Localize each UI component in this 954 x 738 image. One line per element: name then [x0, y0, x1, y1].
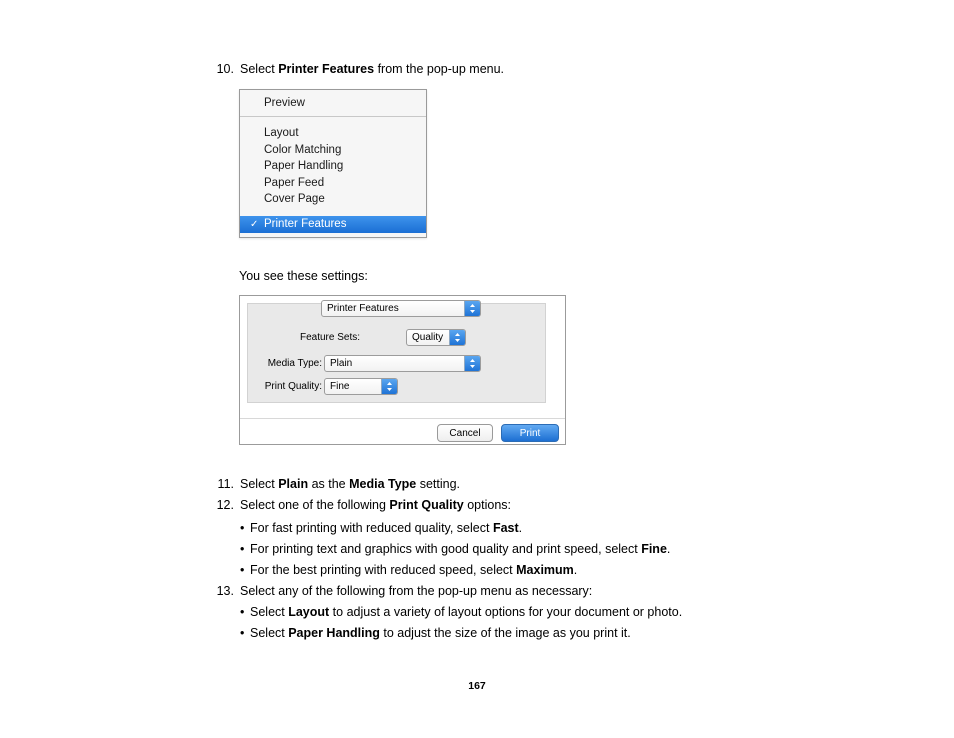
bullet-fine: • For printing text and graphics with goo… [240, 541, 670, 558]
bullet-fine-text-before: For printing text and graphics with good… [250, 542, 642, 556]
step-13-number: 13. [216, 584, 234, 598]
print-quality-value: Fine [330, 381, 350, 392]
checkmark-icon: ✓ [250, 218, 259, 230]
step-12-text-after: options: [463, 498, 511, 512]
menu-item-preview[interactable]: Preview [240, 90, 426, 117]
bullet-dot: • [240, 521, 245, 535]
menu-item-cover-page[interactable]: Cover Page [240, 191, 426, 208]
bullet-paper-handling-bold: Paper Handling [288, 626, 380, 640]
cancel-button[interactable]: Cancel [437, 424, 493, 442]
chevron-updown-icon[interactable] [464, 301, 480, 316]
menu-item-color-matching[interactable]: Color Matching [240, 142, 426, 159]
menu-spacer-bottom [240, 233, 426, 237]
page-number: 167 [468, 680, 486, 692]
bullet-layout-text-after: to adjust a variety of layout options fo… [329, 605, 683, 619]
feature-sets-popup[interactable]: Quality [406, 329, 466, 346]
step-12-text-before: Select one of the following [240, 498, 390, 512]
chevron-updown-icon[interactable] [381, 379, 397, 394]
media-type-popup[interactable]: Plain [324, 355, 481, 372]
step-11: 11. Select Plain as the Media Type settin… [212, 476, 460, 493]
print-quality-popup[interactable]: Fine [324, 378, 398, 395]
media-type-value: Plain [330, 358, 353, 369]
bullet-fine-text-after: . [666, 542, 671, 556]
feature-sets-label: Feature Sets: [299, 332, 360, 343]
bullet-fast-bold: Fast [492, 521, 519, 535]
step-10-text-before: Select [240, 62, 279, 76]
bullet-layout-bold: Layout [288, 605, 330, 619]
print-quality-label: Print Quality: [264, 381, 322, 392]
print-button[interactable]: Print [501, 424, 559, 442]
bullet-dot: • [240, 563, 245, 577]
step-13-text: Select any of the following from the pop… [240, 584, 593, 598]
bullet-fine-bold: Fine [641, 542, 667, 556]
step-11-text-before: Select [240, 477, 279, 491]
feature-sets-value: Quality [412, 332, 444, 343]
bullet-dot: • [240, 626, 245, 640]
bullet-maximum-text-before: For the best printing with reduced speed… [250, 563, 517, 577]
step-11-number: 11. [217, 477, 234, 491]
step-10: 10. Select Printer Features from the pop-… [212, 61, 504, 78]
step-11-bold-plain: Plain [278, 477, 309, 491]
menu-item-printer-features-label: Printer Features [264, 217, 347, 230]
step-11-text-after: setting. [416, 477, 461, 491]
pane-select-value: Printer Features [327, 303, 399, 314]
menu-item-paper-handling[interactable]: Paper Handling [240, 158, 426, 175]
menu-item-printer-features[interactable]: ✓ Printer Features [240, 215, 426, 233]
bullet-fast-text-before: For fast printing with reduced quality, … [250, 521, 493, 535]
bullet-paper-handling: • Select Paper Handling to adjust the siz… [240, 625, 631, 642]
step-12: 12. Select one of the following Print Qua… [212, 497, 511, 514]
bullet-dot: • [240, 605, 245, 619]
media-type-label: Media Type: [267, 358, 322, 369]
bullet-dot: • [240, 542, 245, 556]
step-12-number: 12. [216, 498, 234, 512]
bullet-maximum-text-after: . [573, 563, 578, 577]
bullet-layout-text-before: Select [250, 605, 289, 619]
bullet-paper-handling-text-after: to adjust the size of the image as you p… [379, 626, 631, 640]
chevron-updown-icon[interactable] [449, 330, 465, 345]
menu-item-paper-feed[interactable]: Paper Feed [240, 175, 426, 192]
pane-select-popup[interactable]: Printer Features [321, 300, 481, 317]
settings-intro-paragraph: You see these settings: [239, 269, 368, 283]
bullet-fast: • For fast printing with reduced quality,… [240, 520, 522, 537]
bullet-fast-text-after: . [518, 521, 523, 535]
step-11-mid: as the [308, 477, 350, 491]
dialog-divider [240, 418, 565, 419]
step-11-bold-media-type: Media Type [349, 477, 417, 491]
menu-spacer-top [240, 117, 426, 125]
bullet-maximum: • For the best printing with reduced spee… [240, 562, 577, 579]
pane-popup-menu-figure[interactable]: Preview Layout Color Matching Paper Hand… [239, 89, 427, 238]
step-10-text-after: from the pop-up menu. [374, 62, 505, 76]
menu-spacer-mid [240, 208, 426, 216]
bullet-layout: • Select Layout to adjust a variety of la… [240, 604, 682, 621]
step-10-bold: Printer Features [278, 62, 375, 76]
print-dialog-figure: Printer Features Feature Sets: Quality M… [239, 295, 566, 445]
step-10-number: 10. [216, 62, 234, 76]
step-12-bold: Print Quality [389, 498, 464, 512]
step-13: 13. Select any of the following from the … [212, 583, 593, 600]
document-page: 10. Select Printer Features from the pop-… [0, 0, 954, 738]
bullet-paper-handling-text-before: Select [250, 626, 289, 640]
menu-item-layout[interactable]: Layout [240, 125, 426, 142]
chevron-updown-icon[interactable] [464, 356, 480, 371]
bullet-maximum-bold: Maximum [516, 563, 574, 577]
